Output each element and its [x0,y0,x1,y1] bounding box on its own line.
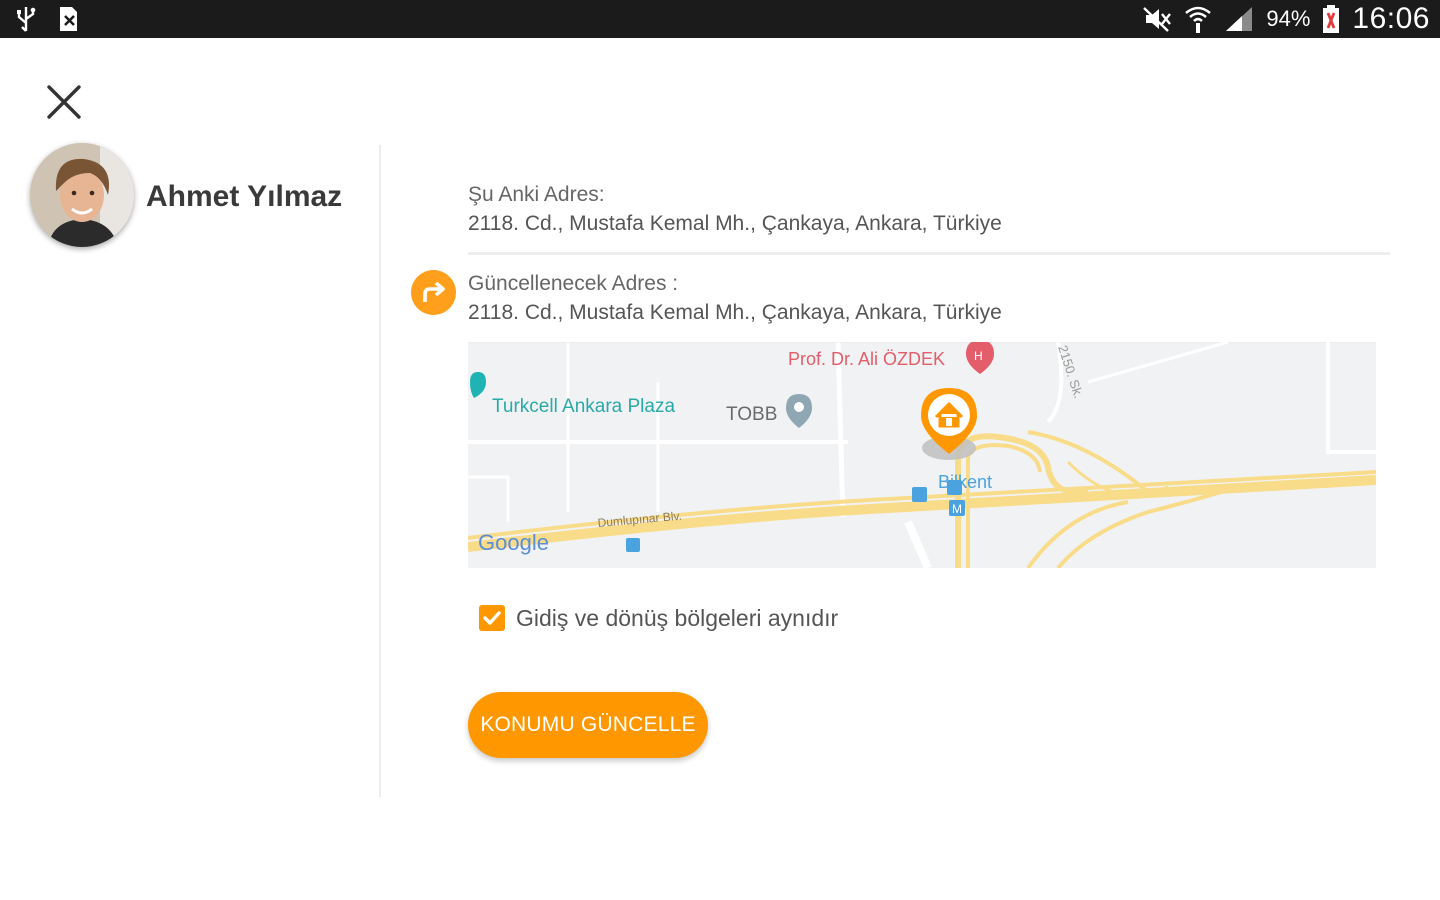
user-name: Ahmet Yılmaz [146,180,343,213]
avatar-photo [30,143,134,247]
bus-stop-icon[interactable] [626,538,640,552]
same-regions-label[interactable]: Gidiş ve dönüş bölgeleri aynıdır [516,605,838,632]
svg-text:H: H [974,349,983,363]
same-regions-checkbox[interactable] [479,605,505,631]
status-bar: 94% 16:06 [0,0,1440,38]
battery-icon [1323,5,1340,33]
wifi-icon [1185,6,1212,33]
poi-turkcell-label: Turkcell Ankara Plaza [492,396,675,417]
map-canvas: Turkcell Ankara Plaza TOBB Prof. Dr. Ali… [468,342,1376,568]
status-bar-left [14,5,82,33]
svg-text:M: M [952,502,962,516]
battery-percentage: 94% [1266,6,1311,31]
usb-icon [17,7,36,32]
document-icon [60,7,77,31]
new-address-value: 2118. Cd., Mustafa Kemal Mh., Çankaya, A… [468,301,1002,324]
vertical-divider [379,145,381,797]
close-icon [47,85,81,119]
mute-icon [1143,7,1172,32]
bilkent-label: Bilkent [938,472,992,492]
address-divider [468,252,1390,255]
signal-icon [1226,7,1253,31]
home-location-pin[interactable] [921,388,977,460]
turn-right-arrow-icon [423,281,445,302]
route-arrow-icon [411,270,456,315]
status-bar-right: 94% 16:06 [1142,2,1430,36]
clock: 16:06 [1352,2,1430,35]
avatar [30,143,134,247]
close-button[interactable] [40,80,88,124]
poi-hospital-label: Prof. Dr. Ali ÖZDEK [788,349,945,369]
update-location-button[interactable]: KONUMU GÜNCELLE [468,692,708,758]
poi-tobb-label: TOBB [726,404,777,425]
current-address-value: 2118. Cd., Mustafa Kemal Mh., Çankaya, A… [468,212,1002,235]
google-logo: Google [478,530,549,555]
check-icon [483,611,501,625]
new-address-label: Güncellenecek Adres : [468,272,679,295]
map-view[interactable]: Turkcell Ankara Plaza TOBB Prof. Dr. Ali… [468,342,1376,568]
current-address-label: Şu Anki Adres: [468,183,605,206]
